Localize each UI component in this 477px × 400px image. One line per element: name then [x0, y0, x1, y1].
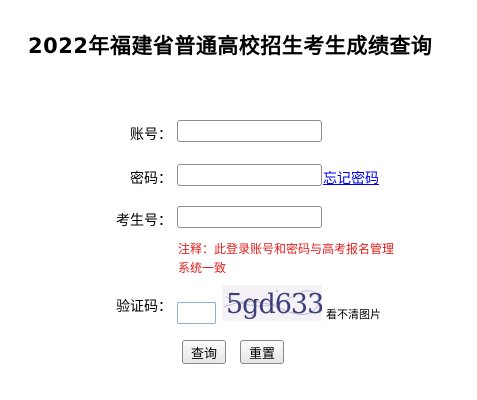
password-input[interactable] [177, 164, 322, 186]
exam-id-label: 考生号： [116, 213, 172, 229]
captcha-text: 5gd633 [226, 289, 322, 320]
page-title: 2022年福建省普通高校招生考生成绩查询 [28, 34, 433, 58]
captcha-input[interactable] [177, 302, 216, 324]
account-input[interactable] [177, 120, 322, 142]
login-note: 注释：此登录账号和密码与高考报名管理系统一致 [178, 242, 395, 275]
query-button[interactable]: 查询 [182, 340, 227, 364]
captcha-refresh-link[interactable]: 看不清图片 [326, 306, 381, 322]
reset-button[interactable]: 重置 [240, 340, 285, 364]
captcha-image[interactable]: 5gd633 [222, 285, 322, 321]
captcha-label: 验证码： [116, 299, 172, 315]
exam-id-input[interactable] [177, 206, 322, 228]
account-label: 账号： [130, 127, 172, 143]
password-row: 密码： 忘记密码 [0, 164, 477, 190]
query-page: 2022年福建省普通高校招生考生成绩查询 账号： 密码： 忘记密码 考生号： 注… [0, 0, 477, 400]
password-label: 密码： [130, 171, 172, 187]
account-row: 账号： [0, 120, 477, 146]
exam-id-row: 考生号： [0, 206, 477, 232]
forgot-password-link[interactable]: 忘记密码 [323, 168, 379, 188]
